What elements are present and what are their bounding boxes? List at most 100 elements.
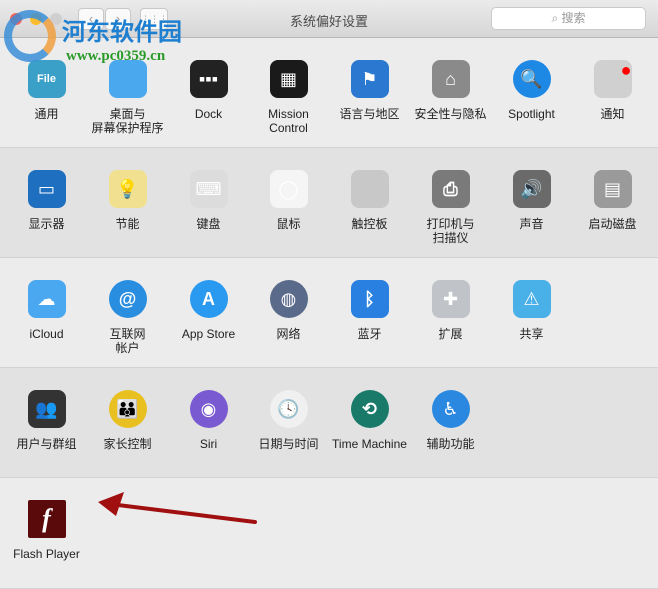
pref-label: App Store — [181, 327, 236, 341]
pref-label: 通知 — [600, 107, 625, 121]
pref-label: Mission Control — [268, 107, 309, 135]
pref-spotlight[interactable]: 🔍 Spotlight — [491, 60, 572, 121]
section-4: 👥 用户与群组 👪 家长控制 ◉ Siri 🕓 日期与时间 ⟲ Time Machine ♿ 辅助功能 — [0, 368, 658, 478]
search-input[interactable]: ⌕ 搜索 — [491, 7, 646, 30]
pref-label: 通用 — [34, 107, 59, 121]
trackpad-icon — [350, 170, 389, 208]
pref-flash-player[interactable]: f Flash Player — [6, 500, 87, 561]
general-icon: File — [27, 60, 66, 98]
pref-icloud[interactable]: ☁ iCloud — [6, 280, 87, 341]
pref-users-groups[interactable]: 👥 用户与群组 — [6, 390, 87, 451]
pref-startup-disk[interactable]: ▤ 启动磁盘 — [572, 170, 653, 231]
network-icon: ◍ — [269, 280, 308, 318]
pref-label: Spotlight — [508, 107, 555, 121]
dock-icon: ▪▪▪ — [189, 60, 228, 98]
pref-label: 安全性与隐私 — [414, 107, 487, 121]
desktop-icon — [108, 60, 147, 98]
siri-icon: ◉ — [189, 390, 228, 428]
watermark-name: 河东软件园 — [62, 19, 182, 46]
pref-general[interactable]: File 通用 — [6, 60, 87, 121]
pref-label: 声音 — [519, 217, 544, 231]
accessibility-icon: ♿ — [431, 390, 470, 428]
flash-player-icon: f — [27, 500, 66, 538]
pref-label: Dock — [194, 107, 223, 121]
printers-icon: ⎙ — [431, 170, 470, 208]
pref-label: 启动磁盘 — [588, 217, 637, 231]
pref-security[interactable]: ⌂ 安全性与隐私 — [410, 60, 491, 121]
app-store-icon: A — [189, 280, 228, 318]
pref-mission-control[interactable]: ▦ Mission Control — [248, 60, 329, 135]
pref-label: iCloud — [29, 327, 64, 341]
watermark-logo — [4, 10, 56, 62]
mouse-icon: ◯ — [269, 170, 308, 208]
pref-dock[interactable]: ▪▪▪ Dock — [168, 60, 249, 121]
pref-label: Siri — [199, 437, 218, 451]
pref-label: 触控板 — [351, 217, 388, 231]
energy-icon: 💡 — [108, 170, 147, 208]
search-placeholder: 搜索 — [561, 11, 586, 25]
pref-label: 家长控制 — [103, 437, 152, 451]
pref-label: 蓝牙 — [357, 327, 382, 341]
pref-label: 扩展 — [438, 327, 463, 341]
pref-label: 语言与地区 — [339, 107, 400, 121]
pref-label: 网络 — [276, 327, 301, 341]
pref-notifications[interactable]: ● 通知 — [572, 60, 653, 121]
pref-label: 键盘 — [196, 217, 221, 231]
startup-disk-icon: ▤ — [593, 170, 632, 208]
section-2: ▭ 显示器 💡 节能 ⌨ 键盘 ◯ 鼠标 触控板 ⎙ 打印机与 扫描仪 🔊 声音 ▤ 启动磁盘 — [0, 148, 658, 258]
spotlight-icon: 🔍 — [512, 60, 551, 98]
pref-app-store[interactable]: A App Store — [168, 280, 249, 341]
mission-control-icon: ▦ — [269, 60, 308, 98]
pref-parental-controls[interactable]: 👪 家长控制 — [87, 390, 168, 451]
pref-internet-accounts[interactable]: @ 互联网 帐户 — [87, 280, 168, 355]
bluetooth-icon: ᛒ — [350, 280, 389, 318]
pref-desktop[interactable]: 桌面与 屏幕保护程序 — [87, 60, 168, 135]
pref-label: 鼠标 — [276, 217, 301, 231]
sharing-icon: ⚠ — [512, 280, 551, 318]
icloud-icon: ☁ — [27, 280, 66, 318]
pref-mouse[interactable]: ◯ 鼠标 — [248, 170, 329, 231]
pref-sound[interactable]: 🔊 声音 — [491, 170, 572, 231]
pref-energy[interactable]: 💡 节能 — [87, 170, 168, 231]
date-time-icon: 🕓 — [269, 390, 308, 428]
pref-network[interactable]: ◍ 网络 — [248, 280, 329, 341]
pref-siri[interactable]: ◉ Siri — [168, 390, 249, 451]
notifications-icon: ● — [593, 60, 632, 98]
pref-label: 用户与群组 — [16, 437, 77, 451]
pref-language[interactable]: ⚑ 语言与地区 — [329, 60, 410, 121]
pref-label: Time Machine — [332, 437, 407, 451]
language-icon: ⚑ — [350, 60, 389, 98]
pref-trackpad[interactable]: 触控板 — [329, 170, 410, 231]
time-machine-icon: ⟲ — [350, 390, 389, 428]
pref-date-time[interactable]: 🕓 日期与时间 — [248, 390, 329, 451]
pref-accessibility[interactable]: ♿ 辅助功能 — [410, 390, 491, 451]
pref-label: 打印机与 扫描仪 — [426, 217, 475, 245]
pref-label: Flash Player — [13, 547, 80, 561]
pref-label: 日期与时间 — [258, 437, 319, 451]
pref-label: 节能 — [115, 217, 140, 231]
pref-printers[interactable]: ⎙ 打印机与 扫描仪 — [410, 170, 491, 245]
pref-keyboard[interactable]: ⌨ 键盘 — [168, 170, 249, 231]
pref-label: 共享 — [519, 327, 544, 341]
parental-controls-icon: 👪 — [108, 390, 147, 428]
pref-bluetooth[interactable]: ᛒ 蓝牙 — [329, 280, 410, 341]
pref-sharing[interactable]: ⚠ 共享 — [491, 280, 572, 341]
search-icon: ⌕ — [551, 11, 562, 25]
extensions-icon: ✚ — [431, 280, 470, 318]
watermark-url: www.pc0359.cn — [66, 48, 166, 64]
pref-time-machine[interactable]: ⟲ Time Machine — [329, 390, 410, 451]
pref-label: 互联网 帐户 — [109, 327, 146, 355]
pref-label: 显示器 — [28, 217, 65, 231]
sound-icon: 🔊 — [512, 170, 551, 208]
security-icon: ⌂ — [431, 60, 470, 98]
pref-displays[interactable]: ▭ 显示器 — [6, 170, 87, 231]
pref-extensions[interactable]: ✚ 扩展 — [410, 280, 491, 341]
displays-icon: ▭ — [27, 170, 66, 208]
section-3: ☁ iCloud @ 互联网 帐户 A App Store ◍ 网络 ᛒ 蓝牙 ✚ 扩展 ⚠ 共享 — [0, 258, 658, 368]
pref-label: 辅助功能 — [426, 437, 475, 451]
users-groups-icon: 👥 — [27, 390, 66, 428]
annotation-arrow — [98, 492, 257, 524]
keyboard-icon: ⌨ — [189, 170, 228, 208]
internet-accounts-icon: @ — [108, 280, 147, 318]
pref-label: 桌面与 屏幕保护程序 — [91, 107, 164, 135]
